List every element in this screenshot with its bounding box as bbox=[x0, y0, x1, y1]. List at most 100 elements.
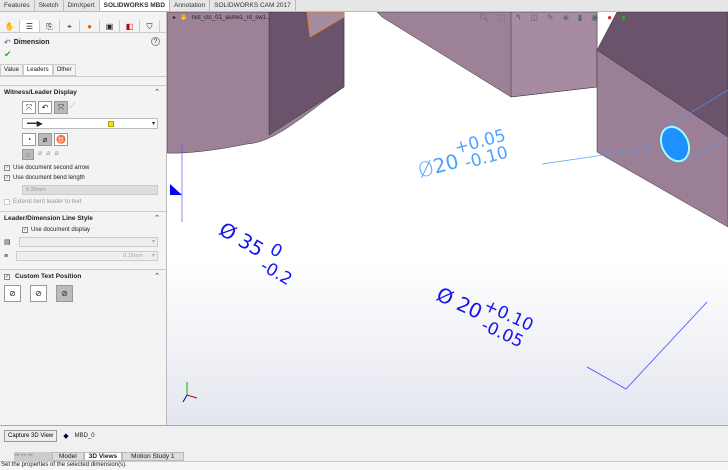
scene-icon[interactable]: ● bbox=[621, 13, 626, 22]
text-position-2-icon[interactable]: ⊘ bbox=[30, 285, 47, 302]
config-manager-icon[interactable]: ⎘ bbox=[40, 20, 60, 32]
display-style-icon[interactable]: ▮ bbox=[578, 13, 582, 22]
expand-icon[interactable]: ▸ bbox=[173, 14, 176, 21]
checkbox[interactable]: ✓ bbox=[4, 175, 10, 181]
cam-icon[interactable]: ▣ bbox=[100, 20, 120, 32]
thickness-value: 0.18mm bbox=[123, 253, 143, 259]
collapse-icon[interactable]: ⌃ bbox=[154, 272, 160, 280]
help-icon[interactable]: ? bbox=[151, 37, 160, 46]
collapse-icon[interactable]: ⌃ bbox=[154, 88, 160, 96]
leader-style-2-icon[interactable]: ⌀ bbox=[38, 149, 42, 160]
leader-style-1-icon[interactable]: ⌀ bbox=[22, 149, 34, 160]
dimension-icon: ↶ bbox=[4, 38, 11, 47]
capture-3d-view-button[interactable]: Capture 3D View bbox=[4, 430, 58, 442]
witness-smart-icon[interactable]: ⤧ bbox=[54, 101, 68, 114]
line-thickness-select[interactable]: 0.18mm ▾ bbox=[16, 251, 158, 261]
zoom-fit-icon[interactable]: 🔍︎ bbox=[479, 13, 489, 22]
left-block-dark-face bbox=[268, 12, 345, 136]
subtab-other[interactable]: Other bbox=[52, 64, 76, 76]
chevron-down-icon: ▾ bbox=[151, 253, 155, 259]
subtabs: Value Leaders Other bbox=[0, 64, 166, 77]
witness-outside-icon[interactable]: ⤧ bbox=[22, 101, 36, 114]
view-settings-icon[interactable]: ▭ bbox=[635, 13, 643, 22]
checkbox[interactable]: ✓ bbox=[4, 165, 10, 171]
checkbox[interactable]: ✓ bbox=[22, 227, 28, 233]
graphics-area[interactable]: ▸ ✋ nist_ctc_01_asme1_rd_sw1... 🔍︎ ⬚ ↰ ◫ ✎ ◈ ▮ ◉ ●… bbox=[167, 12, 728, 425]
tab-cam[interactable]: SOLIDWORKS CAM 2017 bbox=[210, 0, 296, 11]
use-doc-display-checkbox[interactable]: ✓ Use document display bbox=[0, 225, 166, 235]
tree-node-label: nist_ctc_01_asme1_rd_sw1... bbox=[191, 14, 271, 21]
section-label: Witness/Leader Display bbox=[4, 89, 77, 96]
arrow-head bbox=[170, 184, 182, 195]
second-arrow-checkbox[interactable]: ✓ Use document second arrow bbox=[0, 163, 166, 173]
text-position-1-icon[interactable]: ⊘ bbox=[4, 285, 21, 302]
tab-scroll-arrows[interactable]: ◂◂ ◂ ▸ ▸▸ bbox=[14, 452, 52, 461]
tab-features[interactable]: Features bbox=[0, 0, 35, 11]
heads-up-toolbar: 🔍︎ ⬚ ↰ ◫ ✎ ◈ ▮ ◉ ● ● ▭ bbox=[479, 13, 642, 22]
leader-style-4-icon[interactable]: ⌀ bbox=[54, 149, 58, 160]
linear-icon[interactable]: ♉ bbox=[54, 133, 68, 146]
custom-text-section-title[interactable]: ✓ Custom Text Position ⌃ bbox=[0, 269, 166, 283]
diameter-icon[interactable]: ⌀ bbox=[38, 133, 52, 146]
tab-motion-study[interactable]: Motion Study 1 bbox=[122, 452, 184, 461]
chevron-down-icon: ▾ bbox=[151, 121, 155, 127]
text-position-3-icon[interactable]: ⊘ bbox=[56, 285, 73, 302]
tab-mbd[interactable]: SOLIDWORKS MBD bbox=[99, 0, 171, 11]
arrow-icon: ━━▶ bbox=[27, 119, 43, 128]
checkbox-label: Use document bend length bbox=[13, 175, 85, 181]
checkbox-label: Use document second arrow bbox=[13, 165, 90, 171]
display-manager-icon[interactable]: ● bbox=[80, 20, 100, 32]
leader-bent-icon[interactable]: ⟋ bbox=[70, 101, 76, 114]
leader-line bbox=[625, 301, 708, 390]
arrow-style-select[interactable]: ━━▶ ▾ bbox=[22, 118, 158, 129]
leader-style-3-icon[interactable]: ⌀ bbox=[46, 149, 50, 160]
collapse-icon[interactable]: ⌃ bbox=[154, 214, 160, 222]
bend-length-input[interactable]: 6.35mm bbox=[22, 185, 158, 195]
view-orientation-icon[interactable]: ◈ bbox=[563, 13, 569, 22]
assembly-icon: ✋ bbox=[180, 15, 188, 21]
center-block-face bbox=[510, 12, 598, 98]
view-name[interactable]: MBD_0 bbox=[75, 433, 95, 439]
bottom-tabs: ◂◂ ◂ ▸ ▸▸ Model 3D Views Motion Study 1 bbox=[14, 452, 184, 461]
feature-manager-icon[interactable]: ✋ bbox=[0, 20, 20, 32]
style-section-title[interactable]: Leader/Dimension Line Style ⌃ bbox=[0, 211, 166, 225]
tab-sketch[interactable]: Sketch bbox=[35, 0, 64, 11]
hide-show-icon[interactable]: ◉ bbox=[591, 13, 598, 22]
bend-length-checkbox[interactable]: ✓ Use document bend length bbox=[0, 173, 166, 183]
dynamic-annotation-icon[interactable]: ✎ bbox=[547, 13, 554, 22]
zoom-area-icon[interactable]: ⬚ bbox=[498, 13, 506, 22]
checkbox[interactable] bbox=[4, 199, 10, 205]
dimxpert-manager-icon[interactable]: ⌖ bbox=[60, 20, 80, 32]
section-label: Custom Text Position bbox=[15, 273, 82, 280]
property-manager: ✋ ☰ ⎘ ⌖ ● ▣ ◧ ⛉ ↶ Dimension ? ✔ Value Le… bbox=[0, 12, 167, 425]
section-label: Leader/Dimension Line Style bbox=[4, 215, 93, 222]
tolerance-icon[interactable]: ⛉ bbox=[140, 20, 160, 32]
tab-model[interactable]: Model bbox=[52, 452, 84, 461]
subtab-value[interactable]: Value bbox=[0, 64, 23, 76]
radial-icon[interactable]: ◔ bbox=[22, 133, 36, 146]
leader-line bbox=[586, 366, 627, 390]
triad-icon bbox=[182, 382, 198, 403]
tab-dimxpert[interactable]: DimXpert bbox=[64, 0, 100, 11]
property-manager-icon[interactable]: ☰ bbox=[20, 20, 40, 32]
checkbox-label: Use document display bbox=[31, 227, 91, 233]
subtab-leaders[interactable]: Leaders bbox=[22, 64, 53, 76]
feature-tree-node[interactable]: ▸ ✋ nist_ctc_01_asme1_rd_sw1... bbox=[173, 14, 271, 22]
extend-leader-checkbox[interactable]: Extend bent leader to text bbox=[0, 197, 166, 207]
custom-text-checkbox[interactable]: ✓ bbox=[4, 273, 10, 280]
section-view-icon[interactable]: ◫ bbox=[530, 13, 538, 22]
chevron-down-icon: ▾ bbox=[151, 239, 155, 245]
cam-tree-icon[interactable]: ◧ bbox=[120, 20, 140, 32]
witness-section-title[interactable]: Witness/Leader Display ⌃ bbox=[0, 85, 166, 99]
previous-view-icon[interactable]: ↰ bbox=[515, 13, 522, 22]
line-thickness-icon: ≡ bbox=[4, 252, 9, 260]
appearance-icon[interactable]: ● bbox=[607, 13, 612, 22]
tab-annotation[interactable]: Annotation bbox=[170, 0, 211, 11]
witness-inside-icon[interactable]: ↶ bbox=[38, 101, 52, 114]
line-style-icon: ▤ bbox=[4, 239, 11, 246]
model-view bbox=[167, 12, 728, 403]
checkbox-label: Extend bent leader to text bbox=[13, 199, 82, 205]
ok-icon[interactable]: ✔ bbox=[0, 49, 166, 60]
line-style-select[interactable]: ▾ bbox=[18, 237, 158, 247]
tab-3d-views[interactable]: 3D Views bbox=[83, 452, 123, 461]
